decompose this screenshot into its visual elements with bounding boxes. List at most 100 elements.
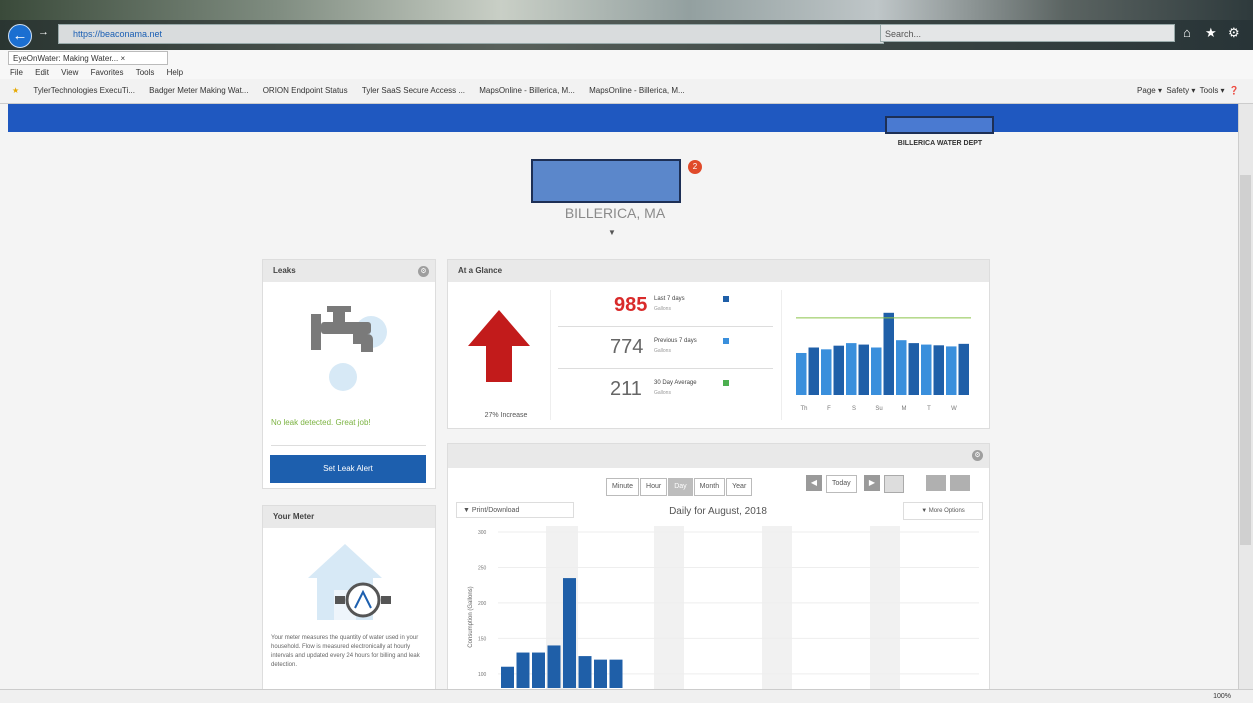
chart-bar — [946, 346, 957, 395]
home-icon[interactable]: ⌂ — [1183, 25, 1191, 40]
more-options-button[interactable]: ▼ More Options — [903, 502, 983, 520]
menu-bar: File Edit View Favorites Tools Help — [0, 66, 1253, 79]
meter-panel: Your Meter Your meter measures the quant… — [262, 505, 436, 691]
favorite-link[interactable]: TylerTechnologies ExecuTi... — [33, 79, 135, 103]
more-options-label: More Options — [928, 508, 965, 514]
command-tools[interactable]: Tools ▾ — [1200, 86, 1225, 95]
chart-bar — [846, 343, 857, 395]
chart-bar — [821, 349, 832, 395]
stat-label: Last 7 days — [654, 296, 685, 302]
scrollbar-thumb[interactable] — [1240, 175, 1251, 545]
usage-chart-title: Daily for August, 2018 — [669, 506, 767, 517]
favorite-link[interactable]: ORION Endpoint Status — [263, 79, 348, 103]
favorite-link[interactable]: Tyler SaaS Secure Access ... — [362, 79, 465, 103]
favorites-star-icon[interactable]: ★ — [12, 79, 19, 103]
chart-bar — [563, 578, 576, 688]
location-label: BILLERICA, MA — [564, 205, 666, 221]
status-bar: 100% — [0, 689, 1253, 703]
menu-favorites[interactable]: Favorites — [91, 68, 124, 77]
close-icon[interactable]: × — [120, 54, 125, 63]
x-tick-label: Th — [800, 406, 807, 412]
y-tick-label: 300 — [478, 530, 487, 536]
y-tick-label: 100 — [478, 672, 487, 678]
range-month-button[interactable]: Month — [693, 478, 726, 496]
weekly-usage-chart: Th F S Su M T W — [796, 312, 971, 412]
chart-bar — [921, 344, 932, 395]
weekend-shade — [870, 526, 900, 690]
forward-arrow-icon[interactable]: → — [38, 26, 49, 38]
command-safety[interactable]: Safety ▾ — [1166, 86, 1195, 95]
divider — [271, 445, 426, 446]
command-bar: Page ▾ Safety ▾ Tools ▾ ❓ — [1129, 79, 1239, 103]
leaks-title: Leaks — [263, 260, 435, 282]
x-tick-label: T — [927, 406, 931, 412]
menu-file[interactable]: File — [10, 68, 23, 77]
range-year-button[interactable]: Year — [726, 478, 753, 496]
previous-button[interactable]: ◀ — [806, 475, 822, 491]
menu-help[interactable]: Help — [167, 68, 183, 77]
chart-bar — [958, 343, 969, 395]
favorite-link[interactable]: MapsOnline - Billerica, M... — [589, 79, 685, 103]
back-button[interactable]: ← — [8, 24, 32, 48]
divider — [550, 290, 551, 420]
leaks-panel: Leaks ⚙ No leak detected. Great job! Set… — [262, 259, 436, 489]
print-download-button[interactable]: ▼ Print/Download — [456, 502, 574, 518]
command-page[interactable]: Page ▾ — [1137, 86, 1162, 95]
favorite-link[interactable]: Badger Meter Making Wat... — [149, 79, 248, 103]
legend-swatch — [723, 296, 729, 302]
stat-row: 211 30 Day Average Gallons — [558, 374, 773, 410]
notification-badge[interactable]: 2 — [688, 160, 702, 174]
calendar-icon[interactable] — [884, 475, 904, 493]
back-arrow-icon: ← — [12, 27, 28, 44]
today-button[interactable]: Today — [826, 475, 857, 493]
x-tick-label: S — [852, 406, 856, 412]
search-input[interactable]: Search... — [880, 24, 1175, 42]
address-bar[interactable]: https://beaconama.net — [58, 24, 884, 44]
chart-bar — [594, 659, 607, 688]
chart-bar — [578, 656, 592, 688]
menu-view[interactable]: View — [61, 68, 78, 77]
weekend-shade — [654, 526, 684, 690]
chevron-left-icon: ◀ — [810, 478, 818, 487]
x-tick-label: M — [902, 406, 907, 412]
print-download-label: Print/Download — [471, 507, 520, 514]
chevron-down-icon: ▼ — [463, 507, 472, 514]
gear-icon[interactable]: ⚙ — [418, 266, 429, 277]
site-header — [8, 104, 1238, 132]
range-minute-button[interactable]: Minute — [606, 478, 640, 496]
menu-edit[interactable]: Edit — [35, 68, 49, 77]
leak-status: No leak detected. Great job! — [271, 418, 371, 427]
range-hour-button[interactable]: Hour — [640, 478, 668, 496]
bar-chart-icon[interactable] — [926, 475, 946, 491]
usage-panel: ⚙ Minute Hour Day Month Year ◀ Today ▶ ▼ Pri… — [447, 443, 990, 691]
y-tick-label: 150 — [478, 636, 487, 642]
chevron-down-icon: ▼ — [921, 508, 929, 514]
zoom-level[interactable]: 100% — [1213, 690, 1231, 703]
account-name-redacted — [531, 159, 681, 203]
meter-description: Your meter measures the quantity of wate… — [271, 635, 420, 668]
set-leak-alert-button[interactable]: Set Leak Alert — [270, 455, 426, 483]
favorites-star-icon[interactable]: ★ — [1205, 25, 1217, 41]
gear-icon[interactable]: ⚙ — [972, 450, 983, 461]
help-icon[interactable]: ❓ — [1229, 86, 1239, 95]
utility-name: BILLERICA WATER DEPT — [897, 140, 983, 147]
stat-row: 985 Last 7 days Gallons — [558, 290, 773, 327]
table-icon[interactable] — [950, 475, 970, 491]
account-redacted — [885, 116, 994, 134]
browser-tab[interactable]: EyeOnWater: Making Water... × — [8, 51, 168, 65]
menu-tools[interactable]: Tools — [136, 68, 155, 77]
range-day-button[interactable]: Day — [668, 478, 693, 496]
favorite-link[interactable]: MapsOnline - Billerica, M... — [479, 79, 575, 103]
chart-bar — [858, 344, 869, 395]
chart-bar — [501, 666, 514, 688]
chart-bar — [933, 345, 944, 395]
chart-bar — [908, 343, 919, 395]
stat-value: 774 — [610, 336, 644, 358]
next-button[interactable]: ▶ — [864, 475, 880, 491]
stat-unit: Gallons — [654, 306, 671, 312]
chart-bar — [547, 645, 561, 688]
chevron-down-icon[interactable]: ▼ — [608, 228, 616, 237]
settings-gear-icon[interactable]: ⚙ — [1228, 25, 1240, 41]
x-tick-label: F — [827, 406, 831, 412]
chart-bar — [883, 312, 894, 395]
